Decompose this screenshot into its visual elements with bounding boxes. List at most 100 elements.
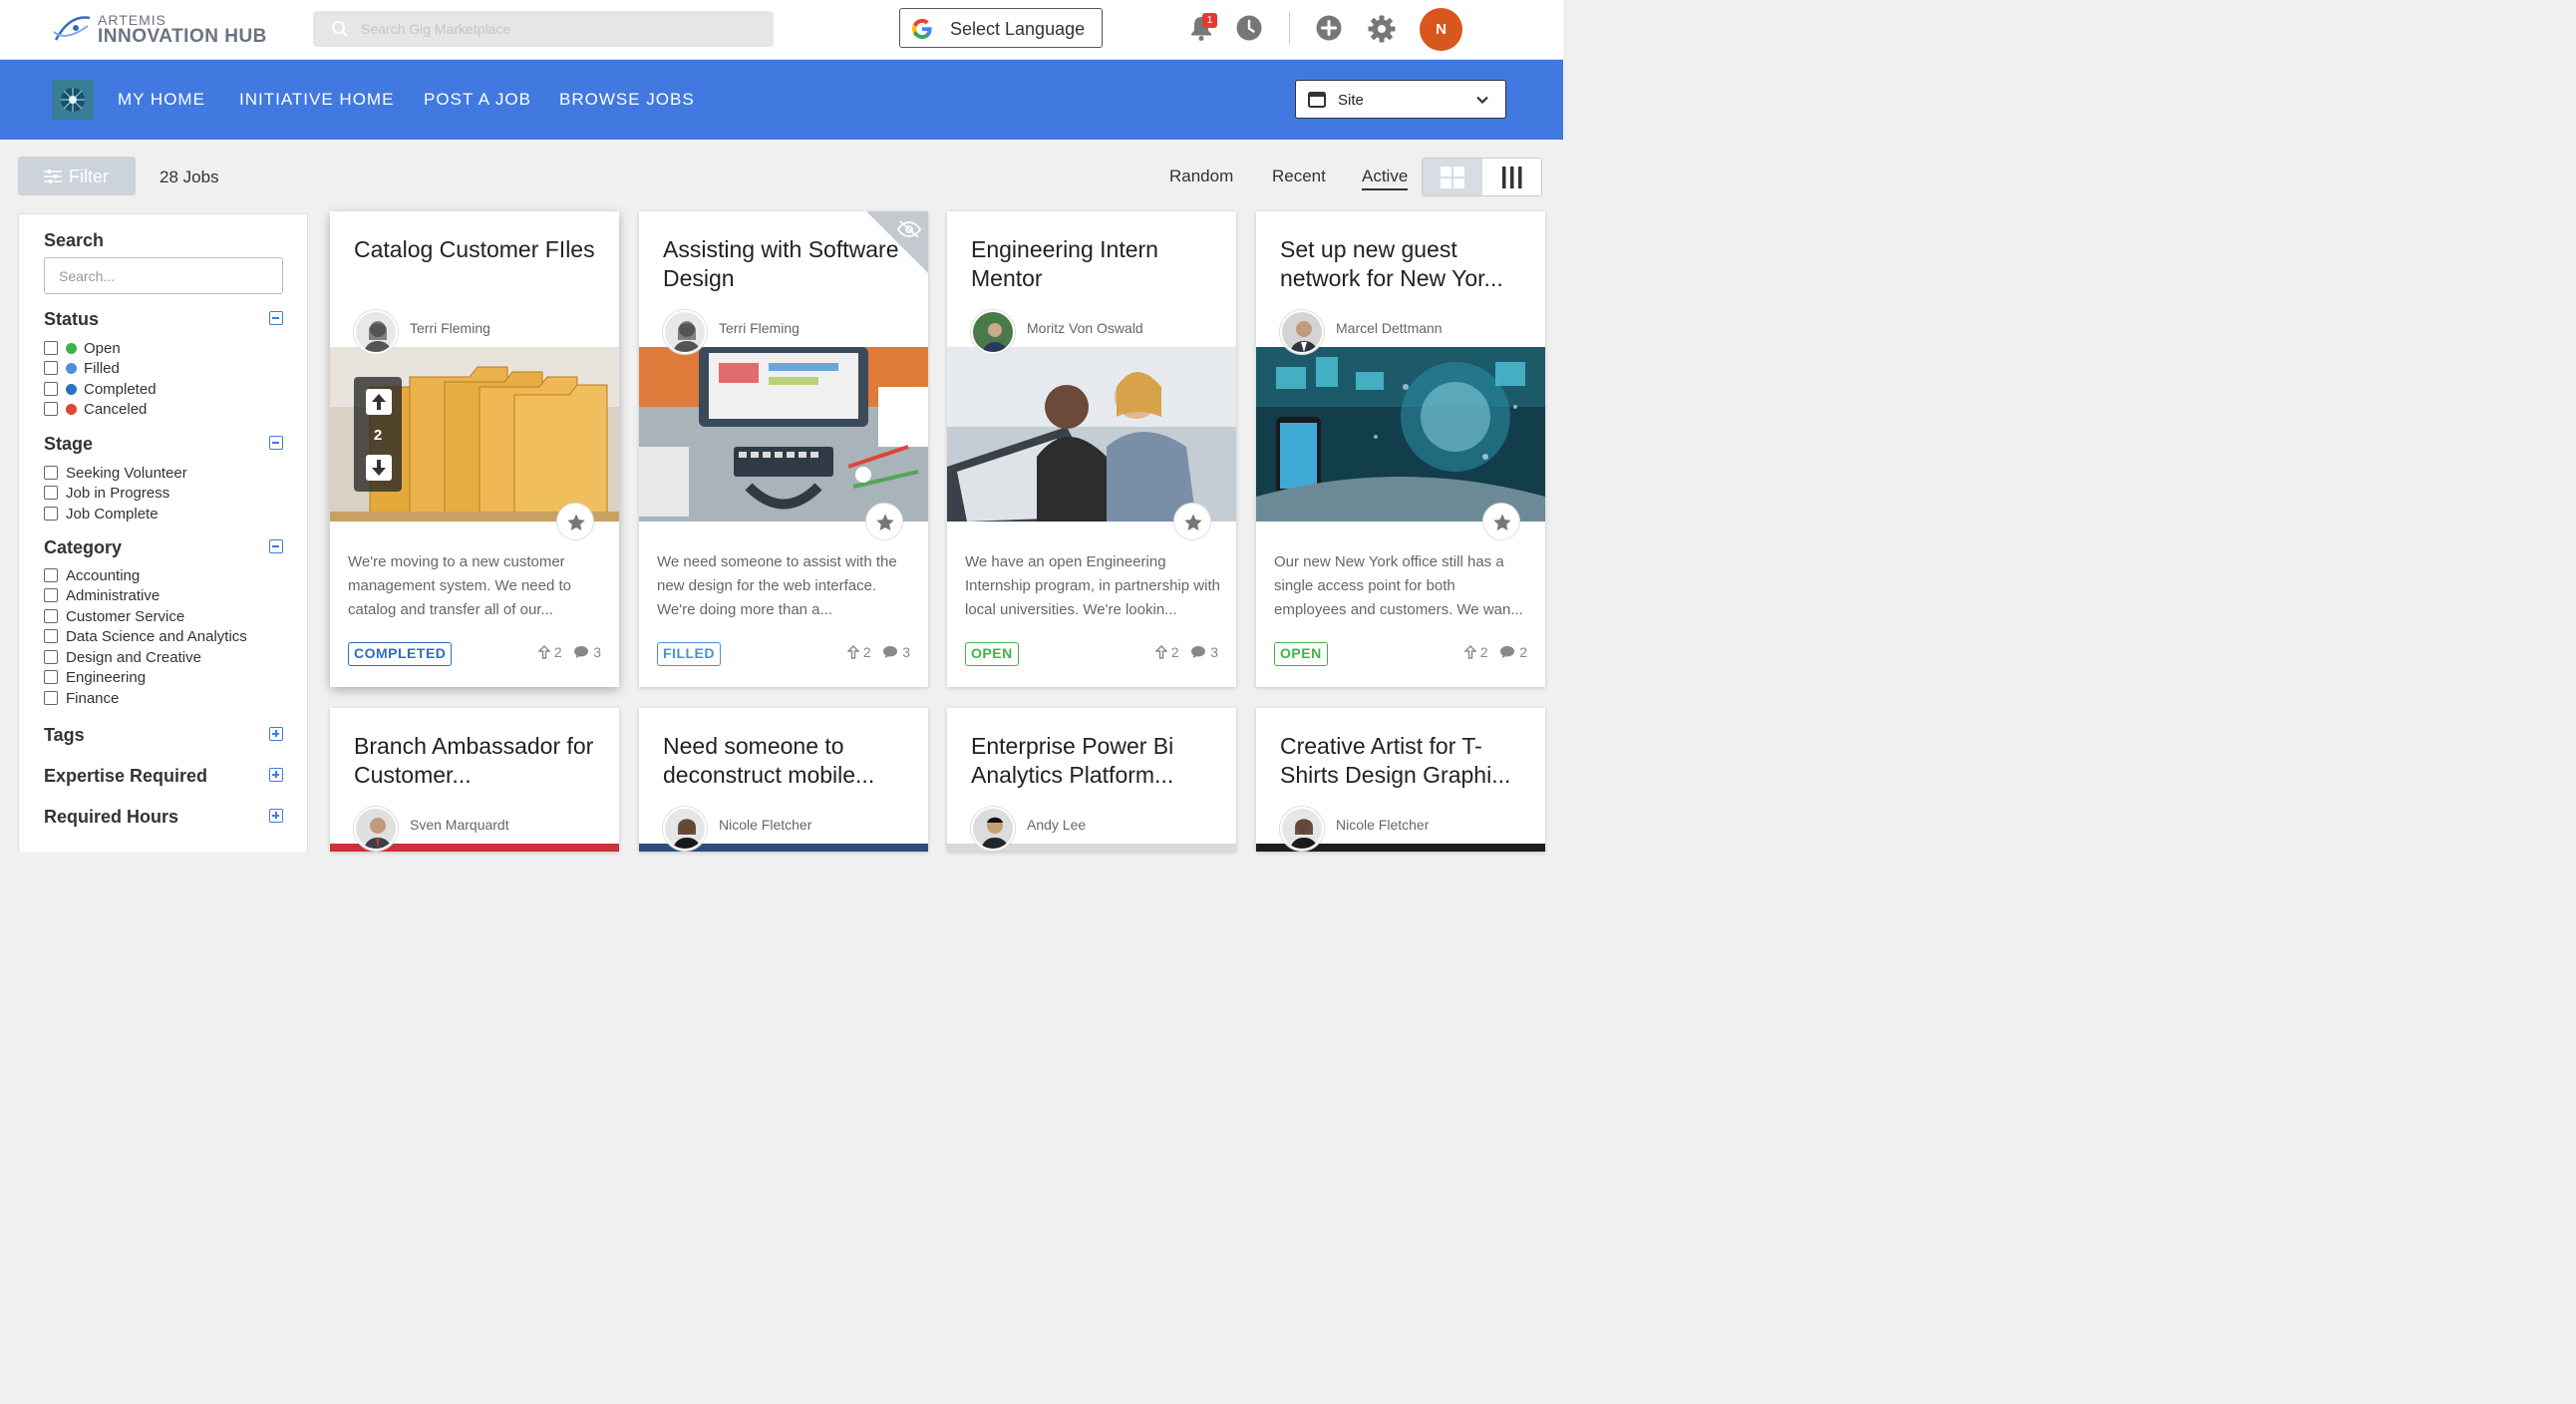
add-circle-icon[interactable] [1315,14,1343,42]
job-card[interactable]: Need someone to deconstruct mobile... Ni… [639,708,928,852]
marketplace-search-input[interactable] [361,18,760,40]
site-scope-select[interactable]: Site [1295,80,1506,119]
status-canceled-checkbox[interactable] [44,402,58,416]
nav-my-home[interactable]: MY HOME [118,90,205,110]
job-card[interactable]: Enterprise Power Bi Analytics Platform..… [947,708,1236,852]
clock-icon[interactable] [1235,14,1263,42]
expertise-expand-toggle[interactable] [269,768,283,782]
vote-widget: 2 [354,377,402,492]
owner-avatar[interactable] [1280,310,1324,354]
upvote-count: 2 [1479,644,1488,660]
category-label: Finance [66,690,120,707]
upvote-count: 2 [1170,644,1179,660]
user-avatar[interactable]: N [1420,8,1462,51]
expertise-heading: Expertise Required [44,766,208,786]
filter-button[interactable]: Filter [18,157,136,195]
stage-collapse-toggle[interactable] [269,436,283,450]
owner-name[interactable]: Terri Fleming [410,320,490,336]
stage-label: Job in Progress [66,485,170,502]
brand-logo[interactable]: ARTEMIS INNOVATION HUB [52,10,281,50]
owner-avatar[interactable] [354,807,398,851]
nav-post-a-job[interactable]: POST A JOB [424,90,531,110]
gear-icon[interactable] [1367,14,1397,44]
initiative-logo[interactable] [52,80,94,120]
owner-avatar[interactable] [971,310,1015,354]
column-view-button[interactable] [1482,159,1541,195]
owner-name[interactable]: Sven Marquardt [410,817,509,833]
status-open-checkbox[interactable] [44,341,58,355]
category-checkbox[interactable] [44,629,58,643]
sort-recent[interactable]: Recent [1272,167,1326,186]
owner-avatar[interactable] [663,807,707,851]
nav-browse-jobs[interactable]: BROWSE JOBS [559,90,695,110]
tags-expand-toggle[interactable] [269,727,283,741]
job-card[interactable]: Creative Artist for T-Shirts Design Grap… [1256,708,1545,852]
status-badge: OPEN [1274,642,1328,666]
comment-icon [1500,646,1515,658]
status-badge: COMPLETED [348,642,453,666]
desk-design-image-icon [639,347,928,522]
job-title[interactable]: Catalog Customer FIles [354,235,601,264]
category-label: Administrative [66,587,161,604]
owner-name[interactable]: Marcel Dettmann [1336,320,1443,336]
status-open-label: Open [84,340,121,357]
job-title[interactable]: Need someone to deconstruct mobile... [663,732,910,790]
column-view-icon [1502,167,1522,188]
grid-view-button[interactable] [1423,159,1482,195]
site-scope-label: Site [1338,92,1364,109]
job-title[interactable]: Engineering Intern Mentor [971,235,1218,293]
sidebar-search-input[interactable] [44,257,283,294]
favorite-button[interactable] [556,503,594,540]
job-card[interactable]: Engineering Intern Mentor Moritz Von Osw… [947,211,1236,687]
stage-label: Job Complete [66,506,159,523]
job-title[interactable]: Set up new guest network for New Yor... [1280,235,1527,293]
job-card[interactable]: Catalog Customer FIles Terri Fleming 2 W… [330,211,619,687]
status-filled-checkbox[interactable] [44,361,58,375]
owner-name[interactable]: Nicole Fletcher [719,817,811,833]
owner-name[interactable]: Terri Fleming [719,320,800,336]
category-checkbox[interactable] [44,588,58,602]
job-title[interactable]: Branch Ambassador for Customer... [354,732,601,790]
category-checkbox[interactable] [44,670,58,684]
sort-random[interactable]: Random [1169,167,1233,186]
job-title[interactable]: Enterprise Power Bi Analytics Platform..… [971,732,1218,790]
stage-checkbox[interactable] [44,507,58,521]
favorite-button[interactable] [865,503,903,540]
job-title[interactable]: Creative Artist for T-Shirts Design Grap… [1280,732,1527,790]
job-image [947,347,1236,522]
downvote-button[interactable] [366,455,392,481]
hours-expand-toggle[interactable] [269,809,283,823]
card-stats: 2 3 [537,644,601,660]
job-card[interactable]: Set up new guest network for New Yor... … [1256,211,1545,687]
owner-avatar[interactable] [663,310,707,354]
nav-initiative-home[interactable]: INITIATIVE HOME [239,90,394,110]
category-label: Design and Creative [66,649,201,666]
owner-avatar[interactable] [1280,807,1324,851]
job-card[interactable]: Assisting with Software Design Terri Fle… [639,211,928,687]
chevron-down-icon [1476,96,1488,105]
owner-name[interactable]: Nicole Fletcher [1336,817,1429,833]
category-checkbox[interactable] [44,568,58,582]
favorite-button[interactable] [1482,503,1520,540]
owner-avatar[interactable] [971,807,1015,851]
category-collapse-toggle[interactable] [269,539,283,553]
job-description: Our new New York office still has a sing… [1274,553,1523,618]
category-checkbox[interactable] [44,609,58,623]
category-checkbox[interactable] [44,650,58,664]
comment-count: 3 [902,644,910,660]
owner-name[interactable]: Moritz Von Oswald [1027,320,1143,336]
status-collapse-toggle[interactable] [269,311,283,325]
stage-checkbox[interactable] [44,486,58,500]
status-completed-checkbox[interactable] [44,382,58,396]
upvote-button[interactable] [366,389,392,415]
job-card[interactable]: Branch Ambassador for Customer... Sven M… [330,708,619,852]
owner-name[interactable]: Andy Lee [1027,817,1086,833]
sort-active[interactable]: Active [1362,167,1409,190]
select-language-button[interactable]: Select Language [899,8,1103,48]
owner-avatar[interactable] [354,310,398,354]
category-checkbox[interactable] [44,691,58,705]
stage-checkbox[interactable] [44,466,58,480]
sliders-icon [44,170,62,183]
favorite-button[interactable] [1173,503,1211,540]
category-label: Customer Service [66,608,185,625]
